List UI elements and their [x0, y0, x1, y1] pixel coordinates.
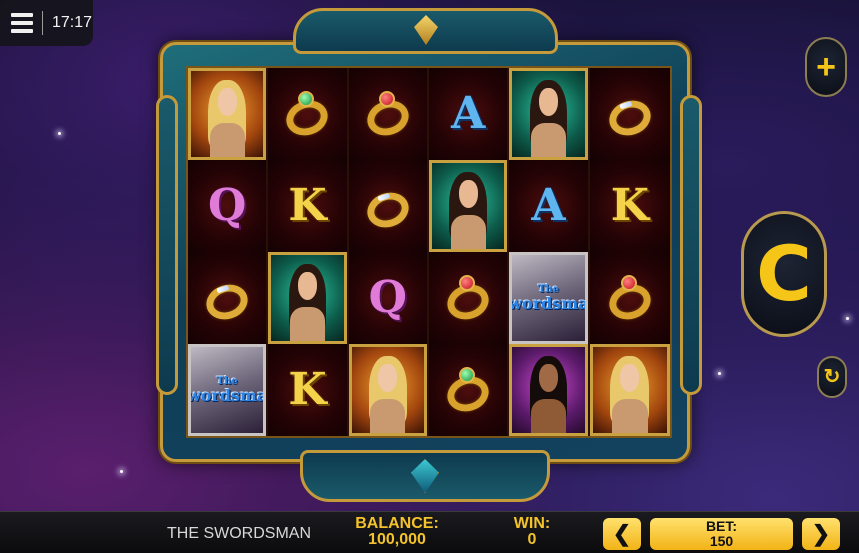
woman-portrait-icon: [512, 347, 584, 433]
frame-ornament-left: [156, 95, 178, 395]
autoplay-button[interactable]: ↻: [817, 356, 847, 398]
letter-symbol-q: Q: [208, 180, 247, 231]
background-star: [58, 132, 61, 135]
slot-symbol: A: [509, 160, 588, 252]
slot-symbol: [589, 344, 670, 436]
reel-2: KK: [268, 68, 349, 436]
frame-crest-bottom: [300, 450, 550, 502]
slot-symbol: A: [429, 68, 508, 160]
slot-symbol: [589, 68, 670, 160]
clock: 17:17: [52, 14, 93, 31]
swordsman-logo-symbol: TheSwordsman: [188, 376, 267, 405]
slot-symbol: K: [268, 160, 347, 252]
frame-ornament-right: [680, 95, 702, 395]
win-value: 0: [527, 531, 537, 548]
woman-portrait-icon: [271, 255, 343, 341]
spin-icon: C: [756, 229, 812, 318]
reel-5: A TheSwordsman: [509, 68, 590, 436]
ruby-ring-icon: [604, 275, 656, 325]
woman-portrait-icon: [352, 347, 424, 433]
frame-crest-top: [293, 8, 558, 54]
slot-symbol: Q: [188, 160, 267, 252]
top-bar: 17:17: [0, 0, 93, 46]
slot-symbol: [348, 344, 427, 436]
slot-symbol: [429, 252, 508, 344]
logo-name: Swordsman: [188, 385, 267, 405]
slot-symbol: K: [589, 160, 670, 252]
autoplay-icon: ↻: [823, 366, 841, 388]
slot-symbol: TheSwordsman: [188, 344, 267, 436]
crest-gem-icon: [411, 459, 439, 493]
reel-4: A: [429, 68, 510, 436]
slot-symbol: Q: [348, 252, 427, 344]
win-display: WIN: 0: [509, 516, 555, 548]
bet-value: 150: [709, 533, 734, 549]
emerald-ring-icon: [282, 91, 333, 141]
spin-button[interactable]: C: [741, 211, 827, 337]
bottom-bar: THE SWORDSMAN BALANCE: 100,000 WIN: 0 ❮ …: [0, 511, 859, 553]
slot-symbol: [188, 68, 267, 160]
slot-symbol: [348, 68, 427, 160]
swordsman-logo-symbol: TheSwordsman: [509, 284, 588, 313]
hamburger-menu-icon[interactable]: [11, 13, 33, 33]
divider: [42, 11, 43, 35]
slot-symbol: K: [268, 344, 347, 436]
balance-display: BALANCE: 100,000: [352, 516, 442, 548]
diamond-ring-icon: [604, 91, 656, 141]
letter-symbol-k: K: [610, 180, 649, 231]
woman-portrait-icon: [432, 163, 504, 249]
bet-label: BET:: [705, 518, 738, 534]
slot-symbol: [268, 68, 347, 160]
slot-symbol: [429, 344, 508, 436]
bet-decrease-button[interactable]: ❮: [603, 518, 641, 550]
logo-name: Swordsman: [509, 293, 588, 313]
slot-symbol: [429, 160, 508, 252]
woman-portrait-icon: [512, 71, 584, 157]
emerald-ring-icon: [442, 367, 494, 417]
letter-symbol-q: Q: [368, 272, 407, 323]
letter-symbol-a: A: [531, 180, 566, 231]
balance-label: BALANCE:: [355, 515, 439, 532]
slot-symbol: TheSwordsman: [509, 252, 588, 344]
letter-symbol-k: K: [288, 180, 327, 231]
background-star: [120, 470, 123, 473]
slot-symbol: [188, 252, 267, 344]
diamond-ring-icon: [362, 183, 414, 233]
reel-1: Q TheSwordsman: [188, 68, 269, 436]
plus-icon: +: [816, 48, 836, 86]
background-star: [846, 317, 849, 320]
crest-gem-icon: [414, 15, 438, 45]
letter-symbol-k: K: [288, 364, 327, 415]
ruby-ring-icon: [362, 91, 414, 141]
slot-symbol: [348, 160, 427, 252]
background-star: [718, 372, 721, 375]
slot-symbol: [509, 344, 588, 436]
woman-portrait-icon: [593, 347, 667, 433]
bet-increase-button[interactable]: ❯: [802, 518, 840, 550]
letter-symbol-a: A: [451, 88, 486, 139]
reel-6: K: [589, 68, 670, 436]
win-label: WIN:: [513, 515, 551, 532]
reel-3: Q: [348, 68, 429, 436]
diamond-ring-icon: [201, 275, 253, 325]
balance-value: 100,000: [368, 531, 426, 548]
slot-symbol: [268, 252, 347, 344]
ruby-ring-icon: [442, 275, 494, 325]
slot-symbol: [509, 68, 588, 160]
game-title: THE SWORDSMAN: [167, 525, 311, 542]
slot-symbol: [589, 252, 670, 344]
add-funds-button[interactable]: +: [805, 37, 847, 97]
reels-grid: QTheSwordsmanKKQAATheSwordsmanK: [186, 66, 672, 438]
woman-portrait-icon: [191, 71, 263, 157]
bet-display[interactable]: BET: 150: [650, 518, 793, 550]
